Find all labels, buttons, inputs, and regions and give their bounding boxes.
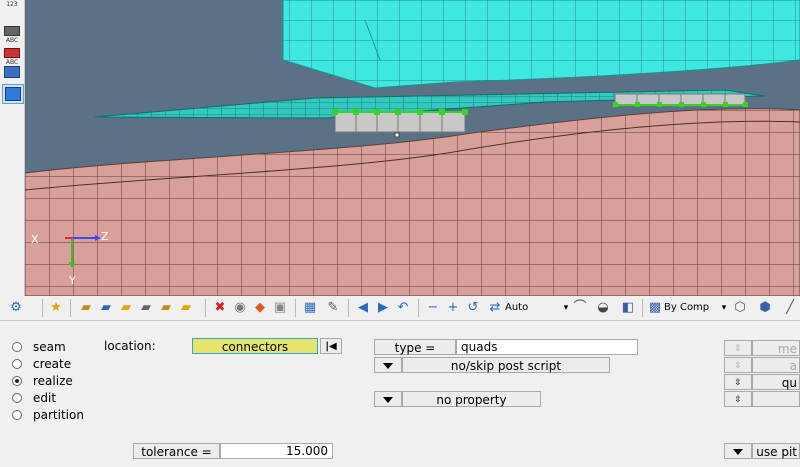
radio-circle[interactable]: [12, 376, 22, 386]
grid-icon[interactable]: ▦: [302, 300, 318, 316]
radio-circle[interactable]: [12, 393, 22, 403]
bycomp-dropdown[interactable]: By Comp: [664, 300, 719, 315]
radio-label: seam: [33, 340, 66, 354]
radio-label: realize: [33, 374, 73, 388]
radio-circle[interactable]: [12, 410, 22, 420]
location-label: location:: [104, 339, 156, 353]
view-curve-icon[interactable]: ⌒: [572, 300, 588, 316]
type-button[interactable]: type =: [374, 339, 456, 355]
zoom-in-icon[interactable]: +: [445, 300, 461, 316]
reset-selection-button[interactable]: |◀: [320, 338, 342, 354]
folder-icon[interactable]: ▰: [118, 300, 134, 316]
x-axis-label: X: [31, 233, 39, 246]
location-selector[interactable]: connectors: [192, 338, 318, 354]
radio-label: create: [33, 357, 72, 371]
y-axis-label: Y: [68, 274, 76, 287]
right-button-2[interactable]: a: [752, 357, 800, 373]
arrow-left-icon[interactable]: ◀: [355, 300, 371, 316]
right-button-1[interactable]: me: [752, 340, 800, 356]
hide-icon[interactable]: ◆: [252, 300, 268, 316]
post-script-dropdown-arrow[interactable]: [374, 357, 402, 373]
type-field[interactable]: quads: [456, 339, 638, 355]
cube-icon[interactable]: ◧: [620, 300, 636, 316]
blue-box-icon[interactable]: [2, 84, 24, 104]
bycomp-chevron-icon[interactable]: ▾: [716, 300, 732, 316]
updown-icon[interactable]: ⇳: [724, 340, 752, 356]
updown-icon[interactable]: ⇳: [724, 391, 752, 407]
label-abc-icon[interactable]: ABC: [2, 26, 22, 44]
shaded-icon[interactable]: ⬢: [757, 300, 773, 316]
radio-circle[interactable]: [12, 359, 22, 369]
abc-red-label: ABC: [5, 59, 19, 66]
view-shell-icon[interactable]: ◒: [595, 300, 611, 316]
property-dropdown-arrow[interactable]: [374, 391, 402, 407]
view-auto-icon[interactable]: ⇄: [487, 300, 503, 316]
radio-partition[interactable]: partition: [12, 407, 84, 423]
wireframe-icon[interactable]: ⬡: [732, 300, 748, 316]
delete-icon[interactable]: ✖: [212, 300, 228, 316]
star-icon[interactable]: ★: [48, 300, 64, 316]
seam-connectors-left[interactable]: [332, 109, 468, 138]
seam-panel: seam create realize edit partition locat…: [0, 321, 800, 467]
right-button-4[interactable]: [752, 391, 800, 407]
save-icon[interactable]: ▰: [98, 300, 114, 316]
bycomp-label: By Comp: [664, 302, 710, 313]
auto-dropdown[interactable]: Auto: [505, 300, 560, 315]
reject-icon[interactable]: ◉: [232, 300, 248, 316]
radio-realize[interactable]: realize: [12, 373, 73, 389]
left-toolbar: 123 ABC ABC: [0, 0, 25, 296]
use-pitch-button[interactable]: use pit: [752, 443, 800, 459]
property-button[interactable]: no property: [402, 391, 541, 407]
abc-label: ABC: [5, 37, 19, 44]
main-toolbar: ⚙ ★ ▰ ▰ ▰ ▰ ▰ ▰ ✖ ◉ ◆ ▣ ▦ ✎ ◀ ▶ ↶ − + ↺ …: [0, 296, 800, 321]
radio-seam[interactable]: seam: [12, 339, 66, 355]
model-canvas[interactable]: X Z Y: [25, 0, 800, 296]
updown-icon[interactable]: ⇳: [724, 357, 752, 373]
gear-icon[interactable]: ⚙: [8, 300, 24, 316]
chevron-down-icon: [383, 363, 393, 369]
wrench-icon[interactable]: ✎: [325, 300, 341, 316]
line-icon[interactable]: ╱: [782, 300, 798, 316]
numbers-label: 123: [6, 1, 18, 8]
chevron-down-icon: [383, 397, 393, 403]
zoom-out-icon[interactable]: −: [425, 300, 441, 316]
component-tool-icon[interactable]: [2, 66, 22, 84]
folder-green-icon[interactable]: ▰: [178, 300, 194, 316]
z-axis-label: Z: [101, 230, 109, 243]
label-abc-red-icon[interactable]: ABC: [2, 48, 22, 66]
tolerance-field[interactable]: 15.000: [220, 443, 333, 459]
radio-create[interactable]: create: [12, 356, 71, 372]
rotate-icon[interactable]: ↺: [465, 300, 481, 316]
bycomp-icon[interactable]: ▩: [647, 300, 663, 316]
chevron-down-icon: [733, 449, 743, 455]
undo-icon[interactable]: ↶: [395, 300, 411, 316]
radio-edit[interactable]: edit: [12, 390, 56, 406]
radio-label: edit: [33, 391, 57, 405]
pitch-dropdown-arrow[interactable]: [724, 443, 752, 459]
export-icon[interactable]: ▰: [158, 300, 174, 316]
seam-connectors-right[interactable]: [613, 93, 748, 107]
tolerance-button[interactable]: tolerance =: [133, 443, 220, 459]
show-icon[interactable]: ▣: [272, 300, 288, 316]
post-script-button[interactable]: no/skip post script: [402, 357, 610, 373]
radio-circle[interactable]: [12, 342, 22, 352]
folder-open-icon[interactable]: ▰: [78, 300, 94, 316]
arrow-right-icon[interactable]: ▶: [375, 300, 391, 316]
right-button-3[interactable]: qu: [752, 374, 800, 390]
graphics-viewport[interactable]: X Z Y: [25, 0, 800, 297]
auto-label: Auto: [505, 302, 529, 313]
numbers-icon[interactable]: 123: [2, 0, 22, 18]
updown-icon[interactable]: ⇳: [724, 374, 752, 390]
lower-part-mesh: [25, 108, 800, 296]
radio-label: partition: [33, 408, 84, 422]
import-icon[interactable]: ▰: [138, 300, 154, 316]
